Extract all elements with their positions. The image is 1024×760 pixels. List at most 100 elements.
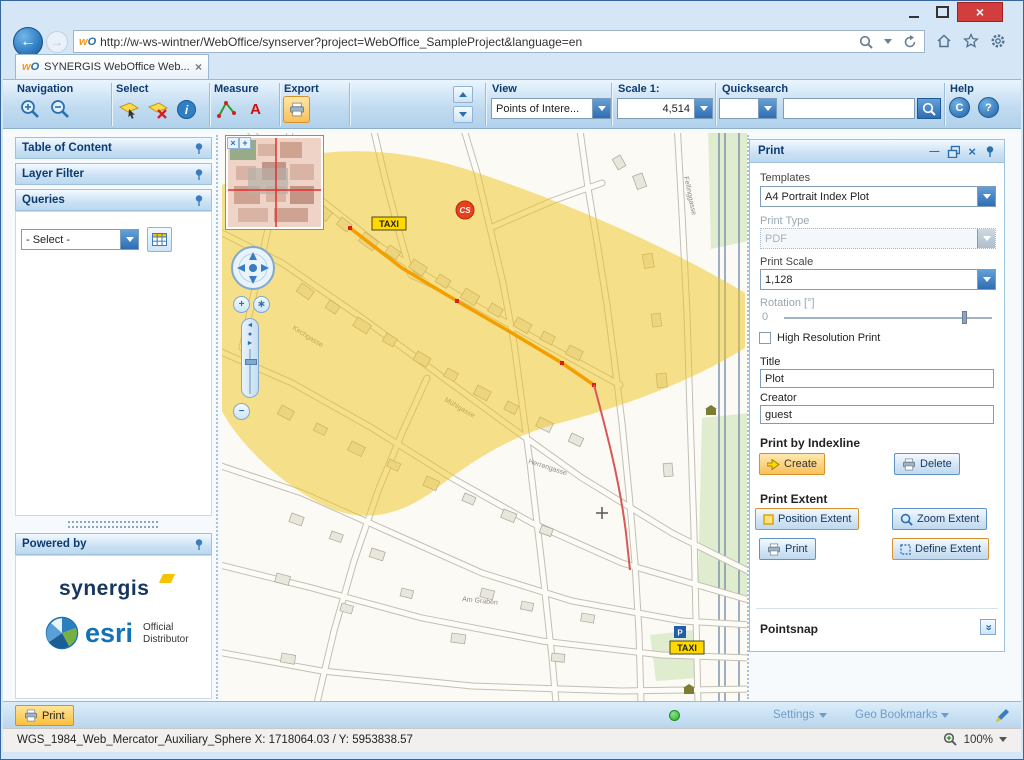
scale-select-caret[interactable] [694,99,712,118]
create-indexline-button[interactable]: Create [759,453,825,475]
print-scale-select-caret[interactable] [977,270,995,289]
browser-forward-button[interactable]: → [46,31,68,53]
measure-button[interactable] [213,96,240,123]
rotation-slider-track[interactable] [784,317,992,319]
select-tool-button[interactable] [115,96,142,123]
panel-print-button[interactable]: Print [759,538,816,560]
panel-header-powered-by[interactable]: Powered by [15,533,212,555]
quicksearch-select-caret[interactable] [758,99,776,118]
pin-icon[interactable] [193,194,205,206]
zoom-extent-button[interactable]: Zoom Extent [892,508,987,530]
tab-close-icon[interactable]: × [195,60,202,74]
settings-gear-icon[interactable] [989,32,1007,50]
view-select-caret[interactable] [592,99,610,118]
url-input[interactable]: http://w-ws-wintner/WebOffice/synserver?… [100,35,853,49]
bottom-toolbar: Print Settings Geo Bookmarks [3,701,1021,728]
section-label-measure: Measure [214,83,259,95]
sidebar: Table of Content Layer Filter Queries - … [15,133,212,701]
pointsnap-heading: Pointsnap [760,622,818,636]
svg-text:TAXI: TAXI [677,643,697,653]
define-extent-button[interactable]: Define Extent [892,538,989,560]
templates-select[interactable]: A4 Portrait Index Plot [760,186,996,207]
annotate-text-button[interactable]: A [242,96,269,123]
geo-bookmarks-menu[interactable]: Geo Bookmarks [855,709,949,721]
edit-pencil-icon[interactable] [995,707,1011,723]
rotation-label: Rotation [°] [760,297,815,309]
high-resolution-checkbox[interactable] [759,332,771,344]
window-minimize-button[interactable] [899,2,928,22]
overview-map[interactable]: × + [226,136,323,229]
copyright-button[interactable]: C [949,97,970,118]
print-tool-button[interactable] [283,96,310,123]
title-input[interactable] [760,369,994,388]
map-canvas[interactable]: KirchgasseMühlgasseFellinggasseHerrengas… [222,133,747,701]
map-navigation-widget: + ∗ ◄ ● ► − [230,245,280,420]
query-select-caret[interactable] [120,230,138,249]
pin-icon[interactable] [193,538,205,550]
zoom-slider-track[interactable] [249,349,251,394]
panel-minimize-icon[interactable]: — [929,146,939,157]
pin-icon[interactable] [984,145,996,157]
zoom-slider-handle[interactable] [245,359,257,365]
scale-select[interactable]: 4,514 [617,98,713,119]
print-panel-header[interactable]: Print — × [750,140,1004,163]
url-dropdown-icon[interactable] [879,33,897,51]
pan-compass[interactable] [230,245,280,291]
quicksearch-category-select[interactable] [719,98,777,119]
query-select[interactable]: - Select - [21,229,139,250]
settings-menu[interactable]: Settings [773,709,827,721]
map-zoom-in-button[interactable]: + [233,296,250,313]
panel-header-layer-filter[interactable]: Layer Filter [15,163,212,185]
identify-info-button[interactable]: i [173,96,200,123]
panel-header-table-of-content[interactable]: Table of Content [15,137,212,159]
sidebar-splitter[interactable] [68,521,158,523]
quick-print-button[interactable]: Print [15,705,74,726]
position-extent-button[interactable]: Position Extent [755,508,859,530]
query-table-button[interactable] [147,227,172,252]
sidebar-map-splitter[interactable] [216,135,218,699]
templates-select-caret[interactable] [977,187,995,206]
pointsnap-expand-button[interactable]: » [980,619,996,635]
sidebar-splitter[interactable] [68,526,158,528]
window-close-button[interactable]: × [957,2,1003,22]
browser-zoom-control[interactable]: 100% [943,732,1007,747]
rotation-slider-handle[interactable] [962,311,967,324]
esri-logo: esri [85,618,133,649]
quicksearch-button[interactable] [917,98,941,119]
view-select[interactable]: Points of Intere... [491,98,611,119]
section-label-select: Select [116,83,148,95]
full-extent-button[interactable]: ∗ [253,296,270,313]
panel-restore-icon[interactable] [947,145,960,158]
creator-input[interactable] [760,405,994,424]
overview-pan-icon[interactable]: + [239,137,251,149]
section-label-navigation: Navigation [17,83,73,95]
print-scale-select[interactable]: 1,128 [760,269,996,290]
delete-indexline-button[interactable]: Delete [894,453,960,475]
esri-globe-icon [45,616,79,650]
zoom-in-button[interactable] [17,96,44,123]
zoom-slider[interactable]: ◄ ● ► [241,318,259,398]
overview-close-icon[interactable]: × [227,137,239,149]
clear-selection-button[interactable] [144,96,171,123]
map-zoom-out-button[interactable]: − [233,403,250,420]
panel-close-icon[interactable]: × [968,144,976,159]
home-icon[interactable] [935,32,953,50]
next-extent-icon[interactable]: ► [247,340,254,348]
url-bar[interactable]: wO http://w-ws-wintner/WebOffice/synserv… [73,30,925,53]
help-button[interactable]: ? [978,97,999,118]
panel-header-queries[interactable]: Queries [15,189,212,211]
favorites-star-icon[interactable] [962,32,980,50]
pin-icon[interactable] [193,168,205,180]
toolbar-collapse-up-button[interactable] [453,86,473,103]
window-maximize-button[interactable] [928,2,957,22]
previous-extent-icon[interactable]: ◄ [247,322,254,330]
search-icon[interactable] [857,33,875,51]
zoom-out-button[interactable] [47,96,74,123]
quicksearch-input[interactable] [783,98,915,119]
refresh-icon[interactable] [901,33,919,51]
indexline-heading: Print by Indexline [760,436,860,450]
browser-tab[interactable]: wO SYNERGIS WebOffice Web... × [15,54,209,79]
toolbar-collapse-down-button[interactable] [453,106,473,123]
browser-back-button[interactable]: ← [13,27,43,57]
pin-icon[interactable] [193,142,205,154]
